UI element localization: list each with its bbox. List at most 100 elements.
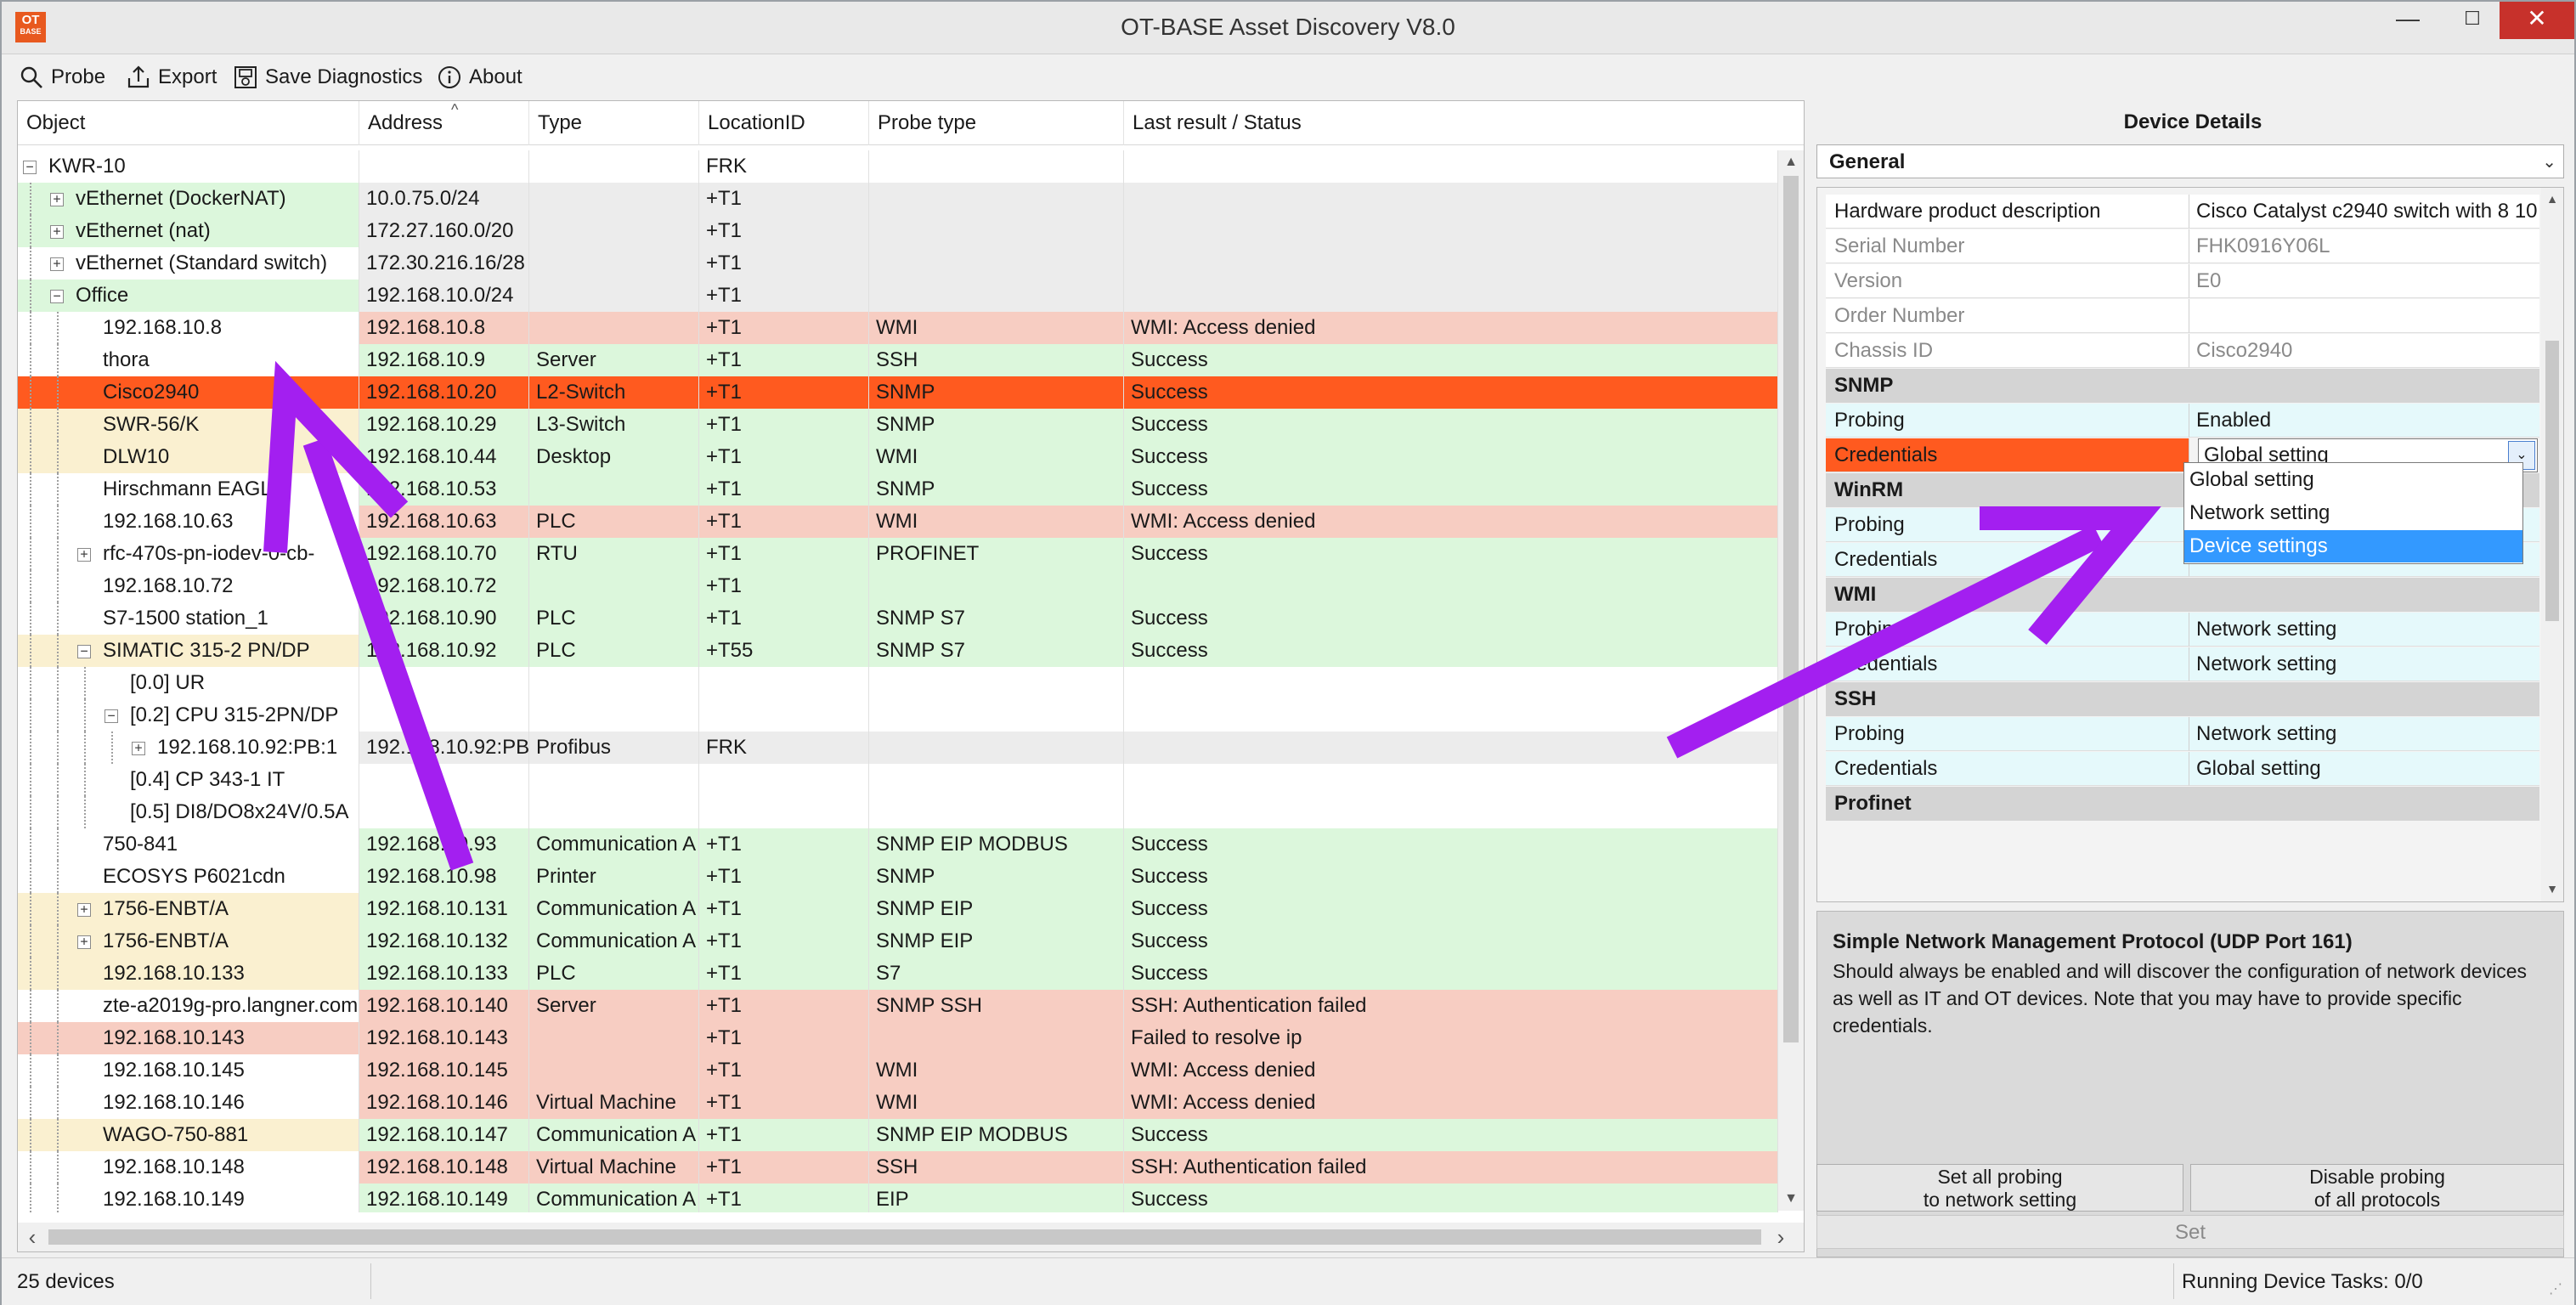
table-row[interactable]: [0.0] UR (18, 667, 1778, 699)
minimize-button[interactable]: — (2370, 2, 2445, 39)
about-button[interactable]: About (437, 63, 523, 92)
table-row[interactable]: 192.168.10.143 192.168.10.143 +T1 Failed to… (18, 1022, 1778, 1054)
property-section-header[interactable]: SNMP (1826, 369, 2539, 403)
probe-button[interactable]: Probe (19, 63, 105, 92)
table-row[interactable]: 192.168.10.146 192.168.10.146 Virtual Mach… (18, 1087, 1778, 1119)
table-row[interactable]: 750-841 192.168.10.93 Communication A +T1 SN… (18, 828, 1778, 861)
property-value[interactable]: E0 (2189, 264, 2539, 298)
dropdown-option[interactable]: Global setting (2184, 464, 2522, 496)
property-row[interactable]: Version E0 (1826, 264, 2539, 298)
property-row[interactable]: Probing Network setting (1826, 717, 2539, 751)
table-row[interactable]: − SIMATIC 315-2 PN/DP 192.168.10.92 PLC +T55… (18, 635, 1778, 667)
property-row[interactable]: Credentials Global setting (1826, 752, 2539, 786)
expand-icon[interactable]: + (77, 903, 91, 917)
table-row[interactable]: DLW10 192.168.10.44 Desktop +T1 WMI Success (18, 441, 1778, 473)
table-row[interactable]: + rfc-470s-pn-iodev-0-cb- 192.168.10.70 RTU… (18, 538, 1778, 570)
property-row[interactable]: Probing Network setting (1826, 613, 2539, 647)
save-diagnostics-button[interactable]: Save Diagnostics (233, 63, 422, 92)
expand-icon[interactable]: + (50, 225, 64, 239)
table-row[interactable]: +192.168.10.92:PB:1 192.168.10.92:PB:1 Pro… (18, 732, 1778, 764)
table-row[interactable]: ECOSYS P6021cdn 192.168.10.98 Printer +T1 SN… (18, 861, 1778, 893)
table-row[interactable]: 192.168.10.8 192.168.10.8 +T1 WMI WMI: Acces… (18, 312, 1778, 344)
dropdown-option[interactable]: Network setting (2184, 497, 2522, 529)
column-header-address[interactable]: Address (359, 101, 529, 145)
property-value[interactable]: Network setting (2189, 647, 2539, 681)
property-row[interactable]: Chassis ID Cisco2940 (1826, 334, 2539, 368)
table-row[interactable]: WAGO-750-881 192.168.10.147 Communication … (18, 1119, 1778, 1151)
expand-icon[interactable]: + (77, 548, 91, 562)
property-row[interactable]: Probing Enabled (1826, 404, 2539, 438)
property-section-header[interactable]: WMI (1826, 578, 2539, 612)
scroll-up-arrow-icon[interactable]: ▲ (2541, 188, 2563, 210)
table-row[interactable]: − [0.2] CPU 315-2PN/DP (18, 699, 1778, 732)
table-row[interactable]: 192.168.10.145 192.168.10.145 +T1 WMI WMI: A… (18, 1054, 1778, 1087)
table-row[interactable]: + vEthernet (DockerNAT) 10.0.75.0/24 +T1 (18, 183, 1778, 215)
table-row[interactable]: + vEthernet (Standard switch) 172.30.216.1… (18, 247, 1778, 280)
scroll-down-arrow-icon[interactable]: ▼ (1778, 1187, 1804, 1211)
expand-icon[interactable]: + (77, 935, 91, 949)
property-section-header[interactable]: Profinet (1826, 787, 2539, 821)
maximize-button[interactable]: ☐ (2435, 2, 2510, 39)
table-row[interactable]: − KWR-10 FRK (18, 150, 1778, 183)
set-all-probing-button[interactable]: Set all probing to network setting (1816, 1164, 2183, 1212)
table-horizontal-scrollbar[interactable]: ‹ › (18, 1223, 1804, 1251)
table-row[interactable]: zte-a2019g-pro.langner.com 192.168.10.140… (18, 990, 1778, 1022)
scroll-up-arrow-icon[interactable]: ▲ (1778, 150, 1804, 174)
column-header-type[interactable]: Type (529, 101, 699, 145)
table-row[interactable]: Hirschmann EAGLE 192.168.10.53 +T1 SNMP Succ… (18, 473, 1778, 506)
collapse-icon[interactable]: − (77, 645, 91, 658)
credentials-dropdown-list[interactable]: Global setting Network setting Device sett… (2183, 462, 2523, 564)
table-row[interactable]: 192.168.10.148 192.168.10.148 Virtual Mach… (18, 1151, 1778, 1184)
table-row[interactable]: +1756-ENBT/A 192.168.10.132 Communication … (18, 925, 1778, 958)
table-row[interactable]: +1756-ENBT/A 192.168.10.131 Communication … (18, 893, 1778, 925)
set-button[interactable]: Set (1816, 1215, 2564, 1249)
column-header-object[interactable]: Object (18, 101, 359, 145)
property-value[interactable]: Enabled (2189, 404, 2539, 438)
scrollbar-thumb[interactable] (1783, 176, 1799, 1042)
table-row[interactable]: SWR-56/K 192.168.10.29 L3-Switch +T1 SNMP Suc… (18, 409, 1778, 441)
scroll-left-arrow-icon[interactable]: ‹ (20, 1223, 45, 1251)
table-row-selected[interactable]: Cisco2940 192.168.10.20 L2-Switch +T1 SNMP Su… (18, 376, 1778, 409)
expand-icon[interactable]: + (50, 193, 64, 206)
property-grid-scrollbar[interactable]: ▲ ▼ (2541, 188, 2563, 901)
property-value[interactable]: Global setting (2189, 752, 2539, 786)
property-section-header[interactable]: SSH (1826, 682, 2539, 716)
property-row[interactable]: Hardware product description Cisco Cataly… (1826, 195, 2539, 229)
table-vertical-scrollbar[interactable]: ▲ ▼ (1778, 150, 1804, 1211)
column-header-last-result[interactable]: Last result / Status (1124, 101, 1778, 145)
scrollbar-thumb[interactable] (2545, 341, 2559, 621)
dropdown-option[interactable]: Device settings (2184, 530, 2522, 562)
collapse-icon[interactable]: − (50, 290, 64, 303)
property-value[interactable]: Cisco Catalyst c2940 switch with 8 10 (2189, 195, 2539, 229)
property-row[interactable]: Credentials Network setting (1826, 647, 2539, 681)
details-category-select[interactable]: General ⌄ (1816, 144, 2564, 178)
table-row[interactable]: 192.168.10.63 192.168.10.63 PLC +T1 WMI WMI: … (18, 506, 1778, 538)
table-row[interactable]: [0.4] CP 343-1 IT (18, 764, 1778, 796)
property-row[interactable]: Serial Number FHK0916Y06L (1826, 229, 2539, 263)
property-value[interactable]: Network setting (2189, 717, 2539, 751)
scroll-right-arrow-icon[interactable]: › (1768, 1223, 1794, 1251)
table-row[interactable]: 192.168.10.149 192.168.10.149 Communicatio… (18, 1184, 1778, 1212)
column-header-probe-type[interactable]: Probe type (869, 101, 1124, 145)
column-header-location-id[interactable]: LocationID (699, 101, 869, 145)
collapse-icon[interactable]: − (105, 709, 118, 723)
collapse-icon[interactable]: − (23, 161, 37, 174)
table-row[interactable]: 192.168.10.72 192.168.10.72 +T1 (18, 570, 1778, 602)
property-value[interactable]: Network setting (2189, 613, 2539, 647)
resize-grip-icon[interactable]: ⋰ (2549, 1280, 2562, 1297)
table-row[interactable]: − Office 192.168.10.0/24 +T1 (18, 280, 1778, 312)
property-row[interactable]: Order Number (1826, 299, 2539, 333)
property-value[interactable] (2189, 299, 2539, 333)
device-tree-table[interactable]: Object Address Type LocationID Probe typ… (17, 100, 1805, 1252)
export-button[interactable]: Export (126, 63, 217, 92)
table-row[interactable]: + vEthernet (nat) 172.27.160.0/20 +T1 (18, 215, 1778, 247)
scrollbar-thumb[interactable] (48, 1229, 1761, 1245)
table-row[interactable]: thora 192.168.10.9 Server +T1 SSH Success (18, 344, 1778, 376)
expand-icon[interactable]: + (50, 257, 64, 271)
scroll-down-arrow-icon[interactable]: ▼ (2541, 878, 2563, 900)
close-button[interactable]: ✕ (2500, 2, 2574, 39)
property-value[interactable]: Cisco2940 (2189, 334, 2539, 368)
table-row[interactable]: S7-1500 station_1 192.168.10.90 PLC +T1 SNMP… (18, 602, 1778, 635)
table-row[interactable]: [0.5] DI8/DO8x24V/0.5A (18, 796, 1778, 828)
disable-probing-button[interactable]: Disable probing of all protocols (2190, 1164, 2564, 1212)
